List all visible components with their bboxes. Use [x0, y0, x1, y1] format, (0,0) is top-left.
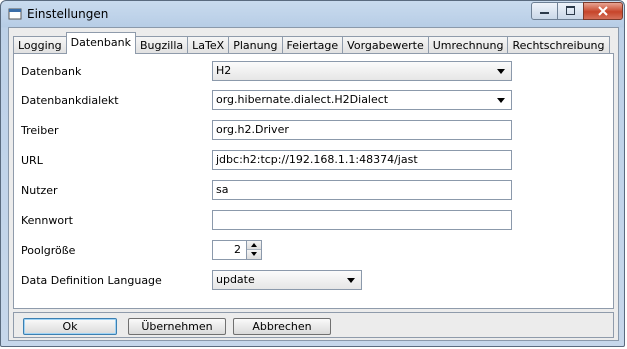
title-bar[interactable]: Einstellungen	[1, 1, 624, 27]
chevron-down-icon	[347, 278, 355, 283]
ddl-label: Data Definition Language	[21, 274, 162, 287]
dialekt-value: org.hibernate.dialect.H2Dialect	[216, 93, 389, 106]
dialekt-select[interactable]: org.hibernate.dialect.H2Dialect	[212, 90, 512, 110]
kennwort-label: Kennwort	[21, 214, 73, 227]
maximize-icon	[566, 6, 575, 15]
kennwort-input[interactable]	[212, 210, 512, 230]
url-input[interactable]: jdbc:h2:tcp://192.168.1.1:48374/jast	[212, 150, 512, 170]
tab-datenbank[interactable]: Datenbank	[65, 32, 136, 54]
datenbank-value: H2	[216, 64, 232, 77]
dialog-body: Logging Datenbank Bugzilla LaTeX Planung…	[8, 27, 619, 341]
datenbank-label: Datenbank	[21, 65, 82, 78]
settings-window: Einstellungen Logging Datenbank Bugzilla…	[0, 0, 625, 347]
datenbank-panel: Datenbank H2 Datenbankdialekt org.hibern…	[13, 53, 614, 309]
spinner-up-button[interactable]	[247, 241, 261, 250]
tab-rechtschreibung[interactable]: Rechtschreibung	[507, 36, 610, 54]
window-title: Einstellungen	[27, 7, 109, 21]
spinner-down-button[interactable]	[247, 250, 261, 259]
ok-button[interactable]: Ok	[23, 318, 117, 335]
close-icon	[598, 6, 608, 16]
tab-planung[interactable]: Planung	[228, 36, 283, 54]
treiber-label: Treiber	[21, 124, 59, 137]
tab-feiertage[interactable]: Feiertage	[281, 36, 344, 54]
poolgroesse-label: Poolgröße	[21, 244, 76, 257]
chevron-down-icon	[251, 252, 257, 256]
chevron-down-icon	[497, 69, 505, 74]
tab-vorgabewerte[interactable]: Vorgabewerte	[342, 36, 429, 54]
nutzer-input[interactable]: sa	[212, 180, 512, 200]
button-bar: Ok Übernehmen Abbrechen	[13, 312, 614, 338]
tab-strip: Logging Datenbank Bugzilla LaTeX Planung…	[13, 32, 610, 54]
ddl-select[interactable]: update	[212, 270, 362, 290]
dialekt-label: Datenbankdialekt	[21, 94, 119, 107]
poolgroesse-spinner[interactable]: 2	[212, 240, 262, 260]
cancel-button[interactable]: Abbrechen	[233, 318, 331, 335]
chevron-down-icon	[497, 98, 505, 103]
minimize-button[interactable]	[531, 2, 558, 20]
spinner-buttons	[246, 241, 261, 259]
nutzer-label: Nutzer	[21, 184, 58, 197]
chevron-up-icon	[251, 243, 257, 247]
tab-umrechnung[interactable]: Umrechnung	[427, 36, 509, 54]
maximize-button[interactable]	[557, 2, 584, 20]
tab-logging[interactable]: Logging	[13, 36, 67, 54]
datenbank-select[interactable]: H2	[212, 61, 512, 81]
url-label: URL	[21, 154, 43, 167]
tab-latex[interactable]: LaTeX	[187, 36, 230, 54]
minimize-icon	[540, 12, 549, 14]
apply-button[interactable]: Übernehmen	[128, 318, 226, 335]
ddl-value: update	[216, 273, 255, 286]
treiber-input[interactable]: org.h2.Driver	[212, 120, 512, 140]
tab-bugzilla[interactable]: Bugzilla	[134, 36, 189, 54]
close-button[interactable]	[583, 2, 623, 20]
app-icon	[8, 8, 22, 20]
